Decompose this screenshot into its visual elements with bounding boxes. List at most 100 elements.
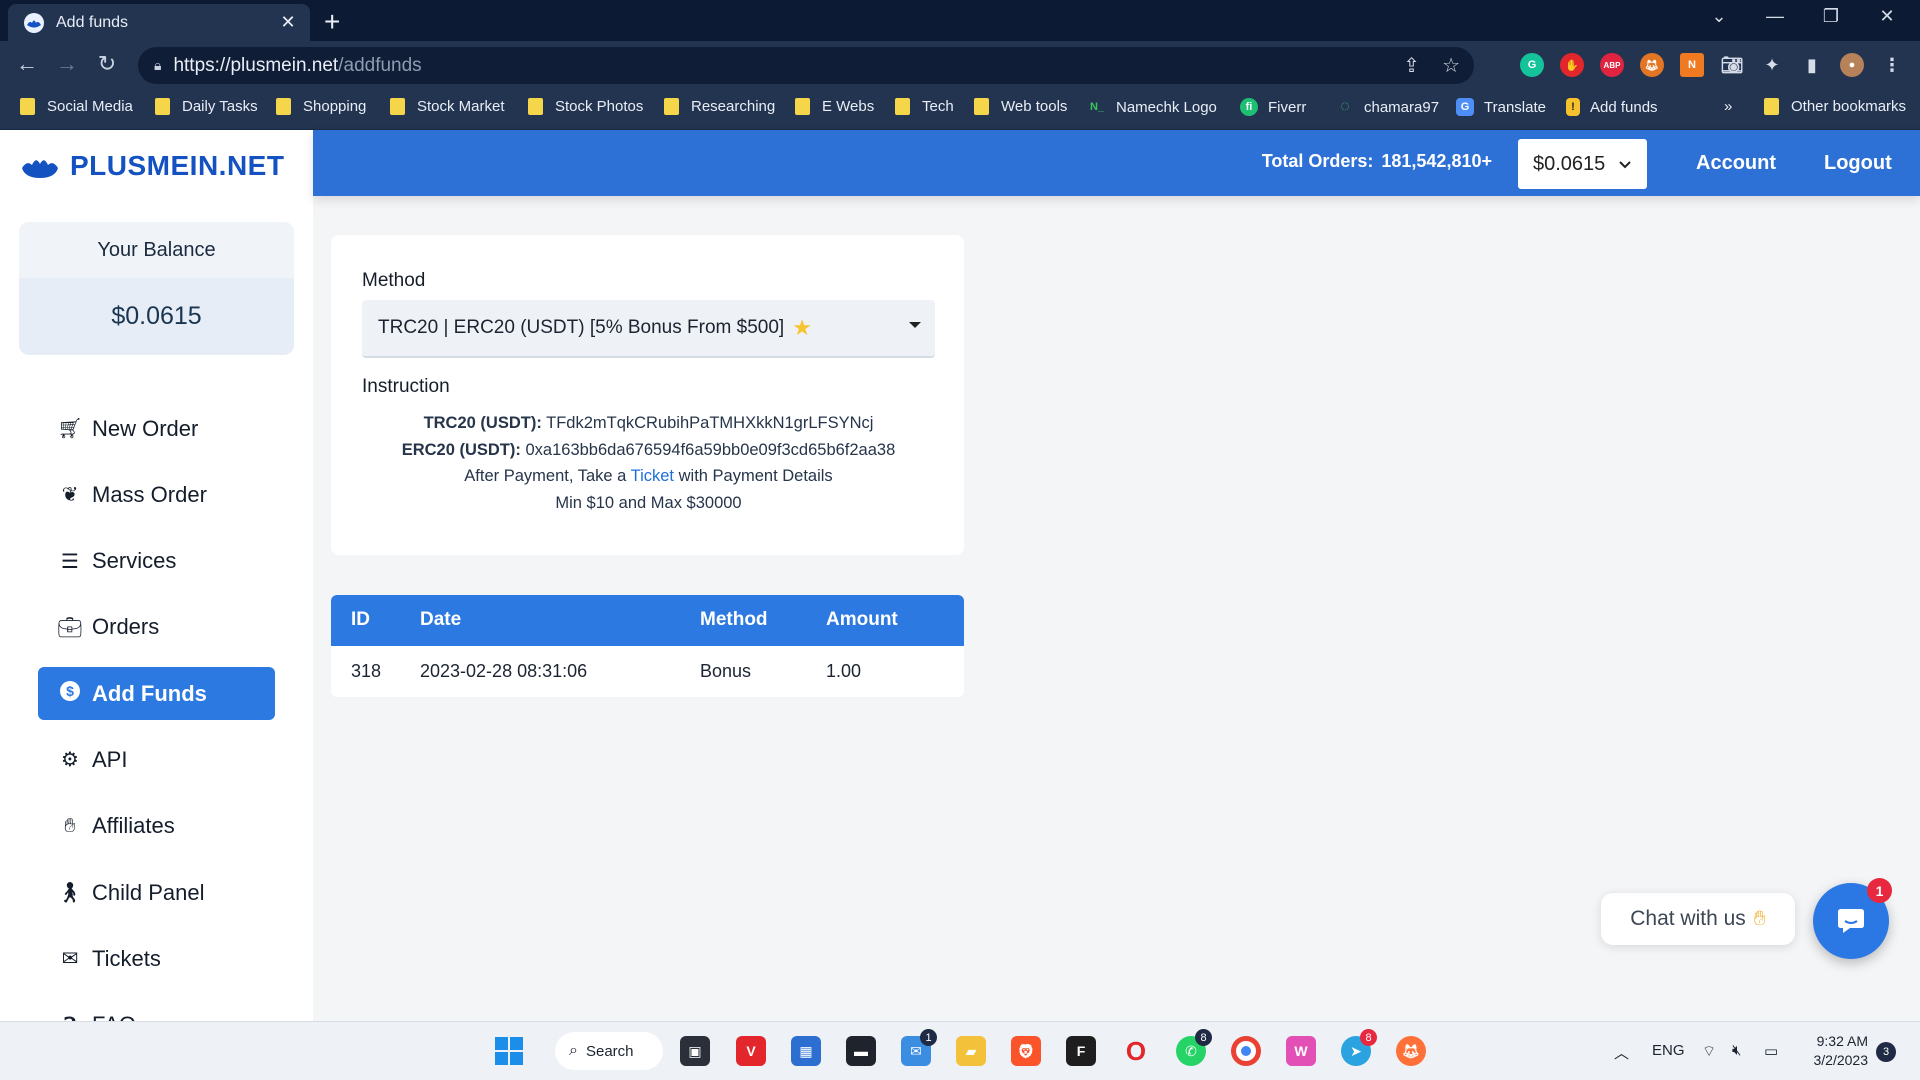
sidebar-item-services[interactable]: ☰ Services (38, 535, 275, 588)
chamara-icon: ◌ (1340, 98, 1350, 115)
minimize-icon[interactable]: — (1752, 6, 1798, 27)
opera-icon[interactable]: O (1121, 1036, 1151, 1066)
sidebar-item-faq[interactable]: ❓︎ FAQ (38, 999, 275, 1021)
fiverr-icon: fi (1240, 98, 1258, 116)
profile-avatar[interactable]: ● (1840, 53, 1864, 77)
more-bookmarks-button[interactable]: » (1724, 98, 1732, 115)
bookmark-folder-stock-photos[interactable]: Stock Photos (528, 98, 643, 115)
balance-card: Your Balance $0.0615 (19, 222, 294, 355)
sidebar-item-tickets[interactable]: ✉ Tickets (38, 932, 275, 985)
task-view-icon[interactable]: ▣ (680, 1036, 710, 1066)
taskbar-clock[interactable]: 9:32 AM 3/2/2023 (1814, 1032, 1869, 1070)
chat-prompt-bubble[interactable]: Chat with us ✋︎ (1601, 893, 1795, 945)
forward-icon[interactable]: → (52, 51, 82, 77)
sidebar-item-add-funds[interactable]: $ Add Funds (38, 667, 275, 721)
grammarly-extension-icon[interactable]: G (1520, 53, 1544, 77)
chrome-icon[interactable] (1231, 1036, 1261, 1066)
caret-down-icon (909, 322, 921, 328)
notification-badge[interactable]: 3 (1876, 1042, 1896, 1062)
sidebar-item-mass-order[interactable]: ❦ Mass Order (38, 468, 275, 521)
total-orders-value: 181,542,810+ (1381, 151, 1492, 171)
bookmark-translate[interactable]: G Translate (1456, 98, 1546, 116)
sidebar-menu: 🛒︎ New Order ❦ Mass Order ☰ Services 💼︎ … (38, 402, 275, 1021)
limits-line: Min $10 and Max $30000 (555, 493, 742, 512)
sidebar-item-child-panel[interactable]: 🚶︎ Child Panel (38, 866, 275, 919)
store-icon[interactable]: ▦ (791, 1036, 821, 1066)
tab-close-icon[interactable]: ✕ (278, 12, 298, 33)
taskbar-search[interactable]: ⌕ Search (555, 1032, 663, 1070)
column-header-method: Method (700, 609, 768, 630)
other-bookmarks-folder[interactable]: Other bookmarks (1764, 98, 1906, 115)
adblock-hand-extension-icon[interactable]: ✋ (1560, 53, 1584, 77)
folder-icon (1764, 98, 1779, 115)
envelope-icon: ✉ (61, 948, 79, 971)
terminal-icon[interactable]: ▬ (846, 1036, 876, 1066)
volume-muted-icon[interactable]: 🔇︎ (1732, 1042, 1741, 1059)
address-bar[interactable]: 🔒︎ https://plusmein.net/addfunds ⇪ ☆ (138, 47, 1474, 84)
bookmark-folder-e-webs[interactable]: E Webs (795, 98, 874, 115)
battery-icon[interactable]: ▭ (1764, 1042, 1778, 1060)
url-host: https://plusmein.net (173, 54, 339, 76)
currency-dropdown[interactable]: $0.0615 (1518, 139, 1647, 189)
orange-extension-icon[interactable]: N (1680, 53, 1704, 77)
restore-icon[interactable]: ❐ (1808, 6, 1854, 27)
bookmark-folder-shopping[interactable]: Shopping (276, 98, 366, 115)
vivaldi-icon[interactable]: V (736, 1036, 766, 1066)
browser-tab[interactable]: Add funds ✕ (8, 4, 310, 41)
folder-icon (664, 98, 679, 115)
sidebar-item-affiliates[interactable]: ✋︎ Affiliates (38, 800, 275, 853)
bookmark-folder-daily-tasks[interactable]: Daily Tasks (155, 98, 258, 115)
hand-icon: ✋︎ (64, 814, 76, 837)
erc20-address: 0xa163bb6da676594f6a59bb0e09f3cd65b6f2aa… (525, 440, 896, 459)
sidebar-item-orders[interactable]: 💼︎ Orders (38, 601, 275, 654)
camera-extension-icon[interactable]: 📷︎ (1720, 53, 1744, 77)
folder-icon (895, 98, 910, 115)
tray-chevron-up-icon[interactable]: ︿ (1614, 1042, 1629, 1063)
abp-extension-icon[interactable]: ABP (1600, 53, 1624, 77)
method-selected-value: TRC20 | ERC20 (USDT) [5% Bonus From $500… (378, 317, 785, 338)
bookmark-star-icon[interactable]: ☆ (1442, 53, 1460, 78)
windows-start-icon[interactable] (494, 1036, 524, 1066)
bookmark-namechk-logo[interactable]: N_ Namechk Logo (1088, 98, 1217, 116)
new-tab-button[interactable]: + (324, 6, 340, 38)
bookmark-folder-web-tools[interactable]: Web tools (974, 98, 1067, 115)
side-panel-icon[interactable]: ▮ (1800, 53, 1824, 77)
bookmark-folder-social-media[interactable]: Social Media (20, 98, 133, 115)
metamask-extension-icon[interactable]: 🦊︎ (1640, 53, 1664, 77)
total-orders: Total Orders: 181,542,810+ (1262, 151, 1492, 172)
share-icon[interactable]: ⇪ (1403, 53, 1420, 78)
folder-icon (974, 98, 989, 115)
brave-icon[interactable]: 🦁︎ (1011, 1036, 1041, 1066)
reload-icon[interactable]: ↻ (92, 51, 122, 77)
firefox-icon[interactable]: 🦊︎ (1396, 1036, 1426, 1066)
bookmark-add-funds[interactable]: ! Add funds (1566, 98, 1658, 116)
tab-search-icon[interactable]: ⌄ (1696, 6, 1742, 27)
namechk-icon: N_ (1089, 101, 1105, 113)
figma-icon[interactable]: F (1066, 1036, 1096, 1066)
file-explorer-icon[interactable]: ▰ (956, 1036, 986, 1066)
table-header: ID Date Method Amount (331, 595, 964, 646)
site-logo[interactable]: PLUSMEIN.NET (22, 150, 284, 182)
bookmark-folder-researching[interactable]: Researching (664, 98, 775, 115)
language-indicator[interactable]: ENG (1652, 1042, 1685, 1059)
bookmark-chamara97[interactable]: ◌ chamara97 (1336, 98, 1439, 116)
wamp-icon[interactable]: W (1286, 1036, 1316, 1066)
chevron-down-icon (1619, 156, 1632, 172)
logo-text: PLUSMEIN.NET (70, 150, 285, 181)
browser-menu-icon[interactable]: ⋮ (1880, 53, 1904, 77)
logout-link[interactable]: Logout (1824, 152, 1892, 175)
back-icon[interactable]: ← (12, 51, 42, 77)
bookmark-folder-tech[interactable]: Tech (895, 98, 954, 115)
sidebar-item-api[interactable]: ⚙ API (38, 733, 275, 786)
bookmark-fiverr[interactable]: fi Fiverr (1240, 98, 1306, 116)
extensions-puzzle-icon[interactable]: ✦ (1760, 53, 1784, 77)
ticket-link[interactable]: Ticket (631, 467, 674, 485)
close-window-icon[interactable]: ✕ (1864, 6, 1910, 27)
method-select[interactable]: TRC20 | ERC20 (USDT) [5% Bonus From $500… (362, 300, 935, 358)
cell-method: Bonus (700, 661, 752, 681)
wifi-icon[interactable]: ⌔ (1702, 1042, 1716, 1061)
sidebar-item-new-order[interactable]: 🛒︎ New Order (38, 402, 275, 455)
account-link[interactable]: Account (1696, 152, 1776, 175)
bookmark-folder-stock-market[interactable]: Stock Market (390, 98, 505, 115)
cell-id: 318 (351, 661, 382, 681)
